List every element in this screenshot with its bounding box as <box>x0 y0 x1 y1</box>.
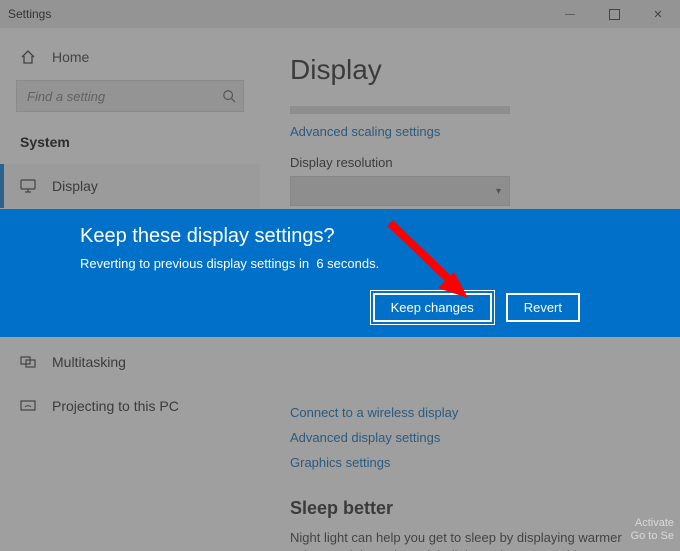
window-title: Settings <box>8 7 51 21</box>
resolution-label: Display resolution <box>290 155 650 170</box>
dialog-title: Keep these display settings? <box>80 225 620 248</box>
maximize-button[interactable] <box>592 0 636 28</box>
activation-watermark: Activate Go to Se <box>631 517 674 543</box>
search-icon <box>215 89 243 103</box>
resolution-dropdown[interactable]: ▾ <box>290 176 510 206</box>
home-icon <box>20 49 36 65</box>
sidebar-item-projecting[interactable]: Projecting to this PC <box>0 384 260 428</box>
sleep-body: Night light can help you get to sleep by… <box>290 529 650 551</box>
countdown-seconds: 6 <box>316 256 323 271</box>
advanced-display-link[interactable]: Advanced display settings <box>290 430 650 445</box>
chevron-down-icon: ▾ <box>496 186 501 197</box>
window-controls <box>548 0 680 28</box>
display-icon <box>20 179 36 193</box>
graphics-settings-link[interactable]: Graphics settings <box>290 455 650 470</box>
connect-wireless-link[interactable]: Connect to a wireless display <box>290 405 650 420</box>
keep-settings-dialog: Keep these display settings? Reverting t… <box>0 209 680 337</box>
scaling-slider[interactable] <box>290 106 510 114</box>
dialog-body: Reverting to previous display settings i… <box>80 256 620 271</box>
multitasking-icon <box>20 356 36 368</box>
category-header: System <box>0 126 260 164</box>
sidebar-item-label: Display <box>52 178 98 194</box>
advanced-scaling-link[interactable]: Advanced scaling settings <box>290 124 650 139</box>
sidebar-item-label: Multitasking <box>52 354 126 370</box>
sleep-heading: Sleep better <box>290 498 650 519</box>
home-nav[interactable]: Home <box>0 38 260 76</box>
search-box[interactable] <box>16 80 244 112</box>
minimize-button[interactable] <box>548 0 592 28</box>
sidebar-item-display[interactable]: Display <box>0 164 260 208</box>
titlebar: Settings <box>0 0 680 28</box>
revert-button[interactable]: Revert <box>506 293 580 322</box>
home-label: Home <box>52 49 89 65</box>
sidebar-item-label: Projecting to this PC <box>52 398 179 414</box>
close-button[interactable] <box>636 0 680 28</box>
page-title: Display <box>290 54 650 86</box>
search-input[interactable] <box>17 89 215 104</box>
projecting-icon <box>20 400 36 412</box>
sidebar-item-multitasking[interactable]: Multitasking <box>0 340 260 384</box>
keep-changes-button[interactable]: Keep changes <box>373 293 492 322</box>
